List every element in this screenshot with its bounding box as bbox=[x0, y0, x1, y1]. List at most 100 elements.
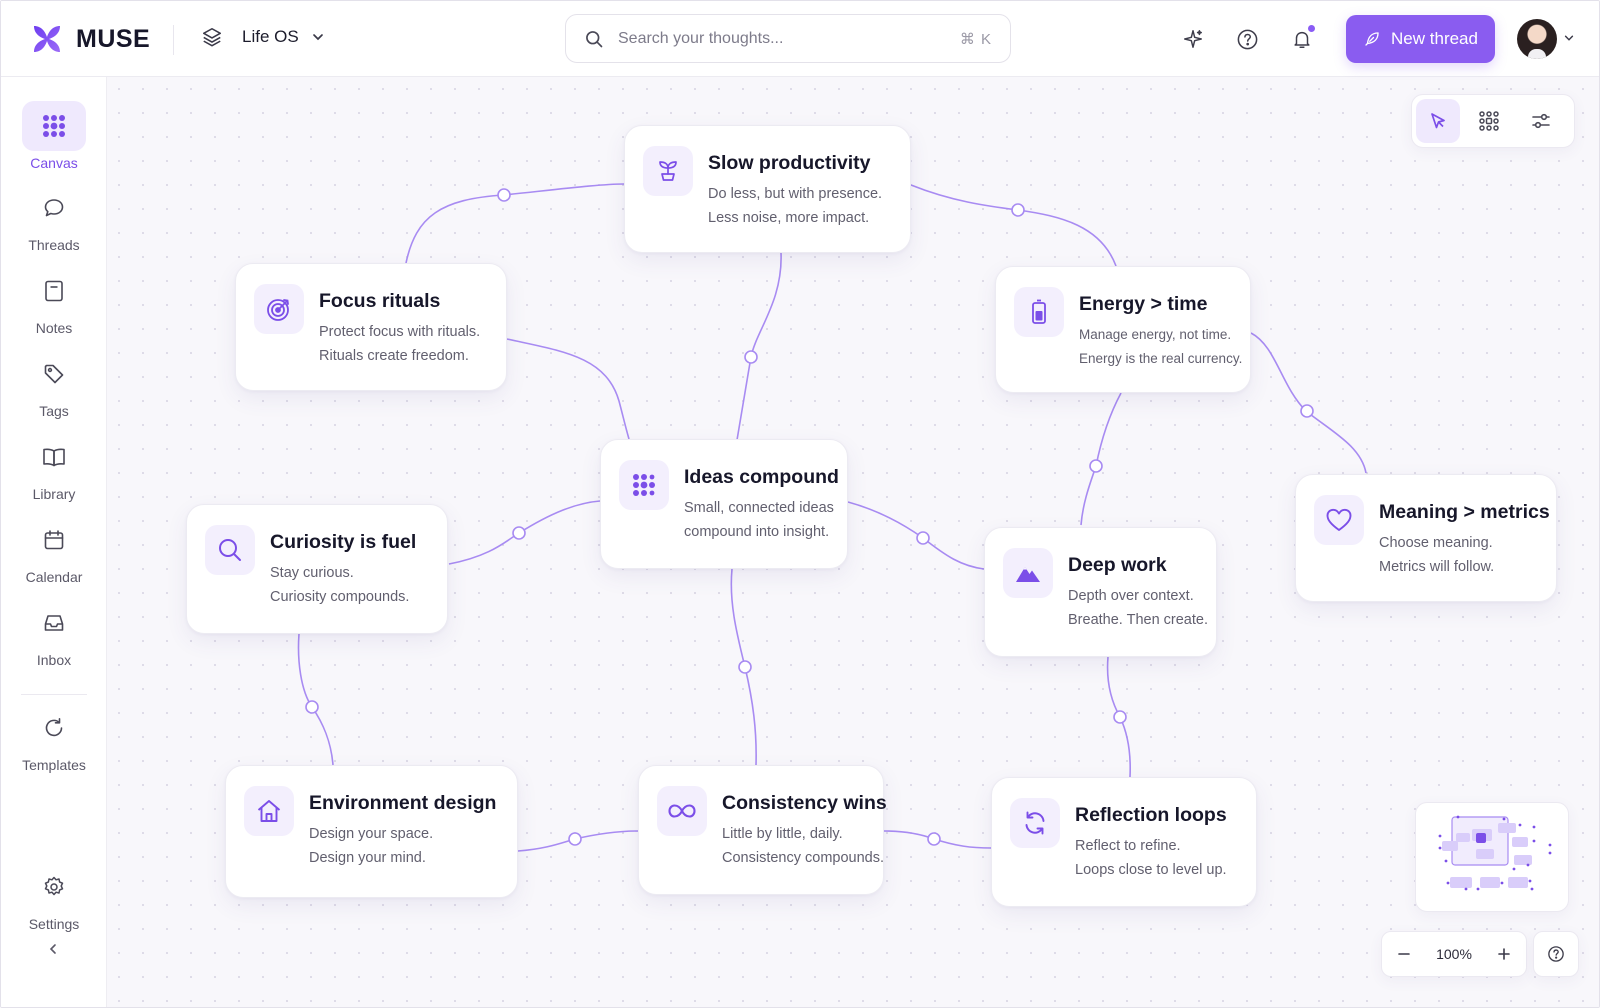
card-text: Do less, but with presence. bbox=[708, 186, 883, 202]
card-text: Reflect to refine. bbox=[1075, 838, 1181, 854]
adjust-settings-button[interactable] bbox=[1519, 99, 1563, 143]
card-text: Depth over context. bbox=[1068, 588, 1194, 604]
node-grid-tool-button[interactable] bbox=[1467, 99, 1511, 143]
book-icon bbox=[43, 448, 65, 467]
card-ideas-compound[interactable]: Ideas compound Small, connected ideas co… bbox=[600, 439, 848, 569]
zoom-out-button[interactable] bbox=[1392, 942, 1416, 966]
new-thread-button[interactable]: New thread bbox=[1346, 15, 1495, 63]
sliders-icon bbox=[1532, 113, 1550, 129]
zoom-level: 100% bbox=[1436, 946, 1472, 962]
card-title: Ideas compound bbox=[684, 466, 839, 488]
card-text: Energy is the real currency. bbox=[1079, 351, 1243, 366]
card-icon bbox=[244, 786, 294, 836]
sidebar-item-threads[interactable]: Threads bbox=[11, 183, 97, 257]
card-reflection-loops[interactable]: Reflection loops Reflect to refine. Loop… bbox=[991, 777, 1257, 907]
sidebar-item-label: Threads bbox=[28, 237, 80, 253]
sidebar-item-calendar[interactable]: Calendar bbox=[11, 515, 97, 589]
search-icon bbox=[219, 539, 241, 561]
app-window: MUSE Life OS ⌘ K N bbox=[0, 0, 1600, 1008]
card-icon bbox=[1003, 548, 1053, 598]
app-name: MUSE bbox=[76, 24, 151, 53]
sidebar-item-inbox[interactable]: Inbox bbox=[11, 598, 97, 672]
feather-pen-icon bbox=[1365, 32, 1379, 46]
sidebar: Canvas Threads Notes Tags Library Calend… bbox=[1, 77, 107, 1007]
sidebar-item-canvas[interactable]: Canvas bbox=[11, 101, 97, 175]
refresh-icon bbox=[1025, 811, 1045, 835]
sidebar-item-label: Tags bbox=[39, 403, 69, 419]
help-icon bbox=[1548, 946, 1564, 962]
sidebar-item-library[interactable]: Library bbox=[11, 432, 97, 506]
card-consistency-wins[interactable]: Consistency wins Little by little, daily… bbox=[638, 765, 887, 895]
card-text: Little by little, daily. bbox=[722, 826, 843, 842]
card-text: Breathe. Then create. bbox=[1068, 612, 1208, 628]
zoom-in-button[interactable] bbox=[1492, 942, 1516, 966]
card-title: Slow productivity bbox=[708, 152, 871, 174]
chevron-down-icon bbox=[1564, 35, 1574, 41]
dots-grid-icon bbox=[633, 474, 655, 496]
node-grid-icon bbox=[1479, 111, 1500, 131]
card-slow-productivity[interactable]: Slow productivity Do less, but with pres… bbox=[624, 125, 911, 253]
avatar[interactable] bbox=[1517, 19, 1557, 59]
minimap-preview bbox=[1438, 815, 1552, 891]
mountain-icon bbox=[1016, 567, 1040, 582]
card-text: Consistency compounds. bbox=[722, 850, 884, 866]
card-text: Metrics will follow. bbox=[1379, 559, 1495, 575]
card-energy-time[interactable]: Energy > time Manage energy, not time. E… bbox=[995, 266, 1251, 393]
help-button[interactable] bbox=[1233, 25, 1261, 53]
app-logo[interactable]: MUSE bbox=[31, 23, 150, 55]
target-icon bbox=[267, 299, 289, 321]
canvas-help-button[interactable] bbox=[1533, 931, 1579, 977]
muse-logo-icon bbox=[34, 26, 60, 52]
new-thread-label: New thread bbox=[1391, 29, 1478, 48]
minus-icon bbox=[1398, 953, 1410, 955]
card-title: Focus rituals bbox=[319, 290, 441, 312]
card-title: Meaning > metrics bbox=[1379, 501, 1550, 523]
zoom-controls: 100% bbox=[1381, 931, 1527, 977]
sidebar-item-tags[interactable]: Tags bbox=[11, 349, 97, 423]
card-deep-work[interactable]: Deep work Depth over context. Breathe. T… bbox=[984, 527, 1217, 657]
workspace-switcher[interactable]: Life OS bbox=[201, 26, 325, 48]
sprout-icon bbox=[659, 161, 677, 181]
canvas-icon bbox=[43, 115, 65, 137]
card-focus-rituals[interactable]: Focus rituals Protect focus with rituals… bbox=[235, 263, 507, 391]
sidebar-item-label: Canvas bbox=[30, 155, 78, 171]
canvas-toolbar bbox=[1411, 94, 1575, 148]
search-bar[interactable]: ⌘ K bbox=[565, 14, 1011, 63]
ai-sparkle-button[interactable] bbox=[1179, 25, 1207, 53]
account-menu-button[interactable] bbox=[1563, 31, 1575, 49]
sparkle-icon bbox=[1184, 30, 1202, 48]
infinity-icon bbox=[668, 804, 696, 818]
home-icon bbox=[257, 800, 281, 822]
card-text: Curiosity compounds. bbox=[270, 589, 410, 605]
card-title: Curiosity is fuel bbox=[270, 531, 417, 553]
sidebar-item-templates[interactable]: Templates bbox=[11, 703, 97, 777]
card-text: Stay curious. bbox=[270, 565, 354, 581]
help-icon bbox=[1237, 29, 1257, 49]
card-title: Reflection loops bbox=[1075, 804, 1227, 826]
refresh-icon bbox=[45, 718, 63, 737]
collapse-sidebar-button[interactable] bbox=[45, 941, 61, 962]
card-text: Small, connected ideas bbox=[684, 500, 834, 516]
select-tool-button[interactable] bbox=[1416, 99, 1461, 143]
sidebar-item-label: Settings bbox=[28, 916, 80, 932]
sidebar-item-notes[interactable]: Notes bbox=[11, 266, 97, 340]
sidebar-item-settings[interactable]: Settings bbox=[11, 862, 97, 936]
card-environment-design[interactable]: Environment design Design your space. De… bbox=[225, 765, 518, 898]
notifications-button[interactable] bbox=[1288, 25, 1316, 53]
heart-icon bbox=[1326, 508, 1352, 531]
card-title: Energy > time bbox=[1079, 293, 1208, 315]
search-input[interactable] bbox=[618, 29, 960, 48]
card-icon bbox=[1314, 495, 1364, 545]
sidebar-item-label: Library bbox=[32, 486, 76, 502]
card-curiosity-is-fuel[interactable]: Curiosity is fuel Stay curious. Curiosit… bbox=[186, 504, 448, 634]
card-meaning-metrics[interactable]: Meaning > metrics Choose meaning. Metric… bbox=[1295, 474, 1557, 602]
minimap[interactable] bbox=[1415, 802, 1569, 912]
card-title: Consistency wins bbox=[722, 792, 887, 814]
card-text: Protect focus with rituals. bbox=[319, 324, 481, 340]
calendar-icon bbox=[44, 530, 64, 550]
card-icon bbox=[254, 284, 304, 334]
card-text: Choose meaning. bbox=[1379, 535, 1493, 551]
gear-icon bbox=[44, 876, 64, 896]
chevron-down-icon bbox=[312, 34, 323, 41]
sidebar-item-label: Calendar bbox=[25, 569, 83, 585]
